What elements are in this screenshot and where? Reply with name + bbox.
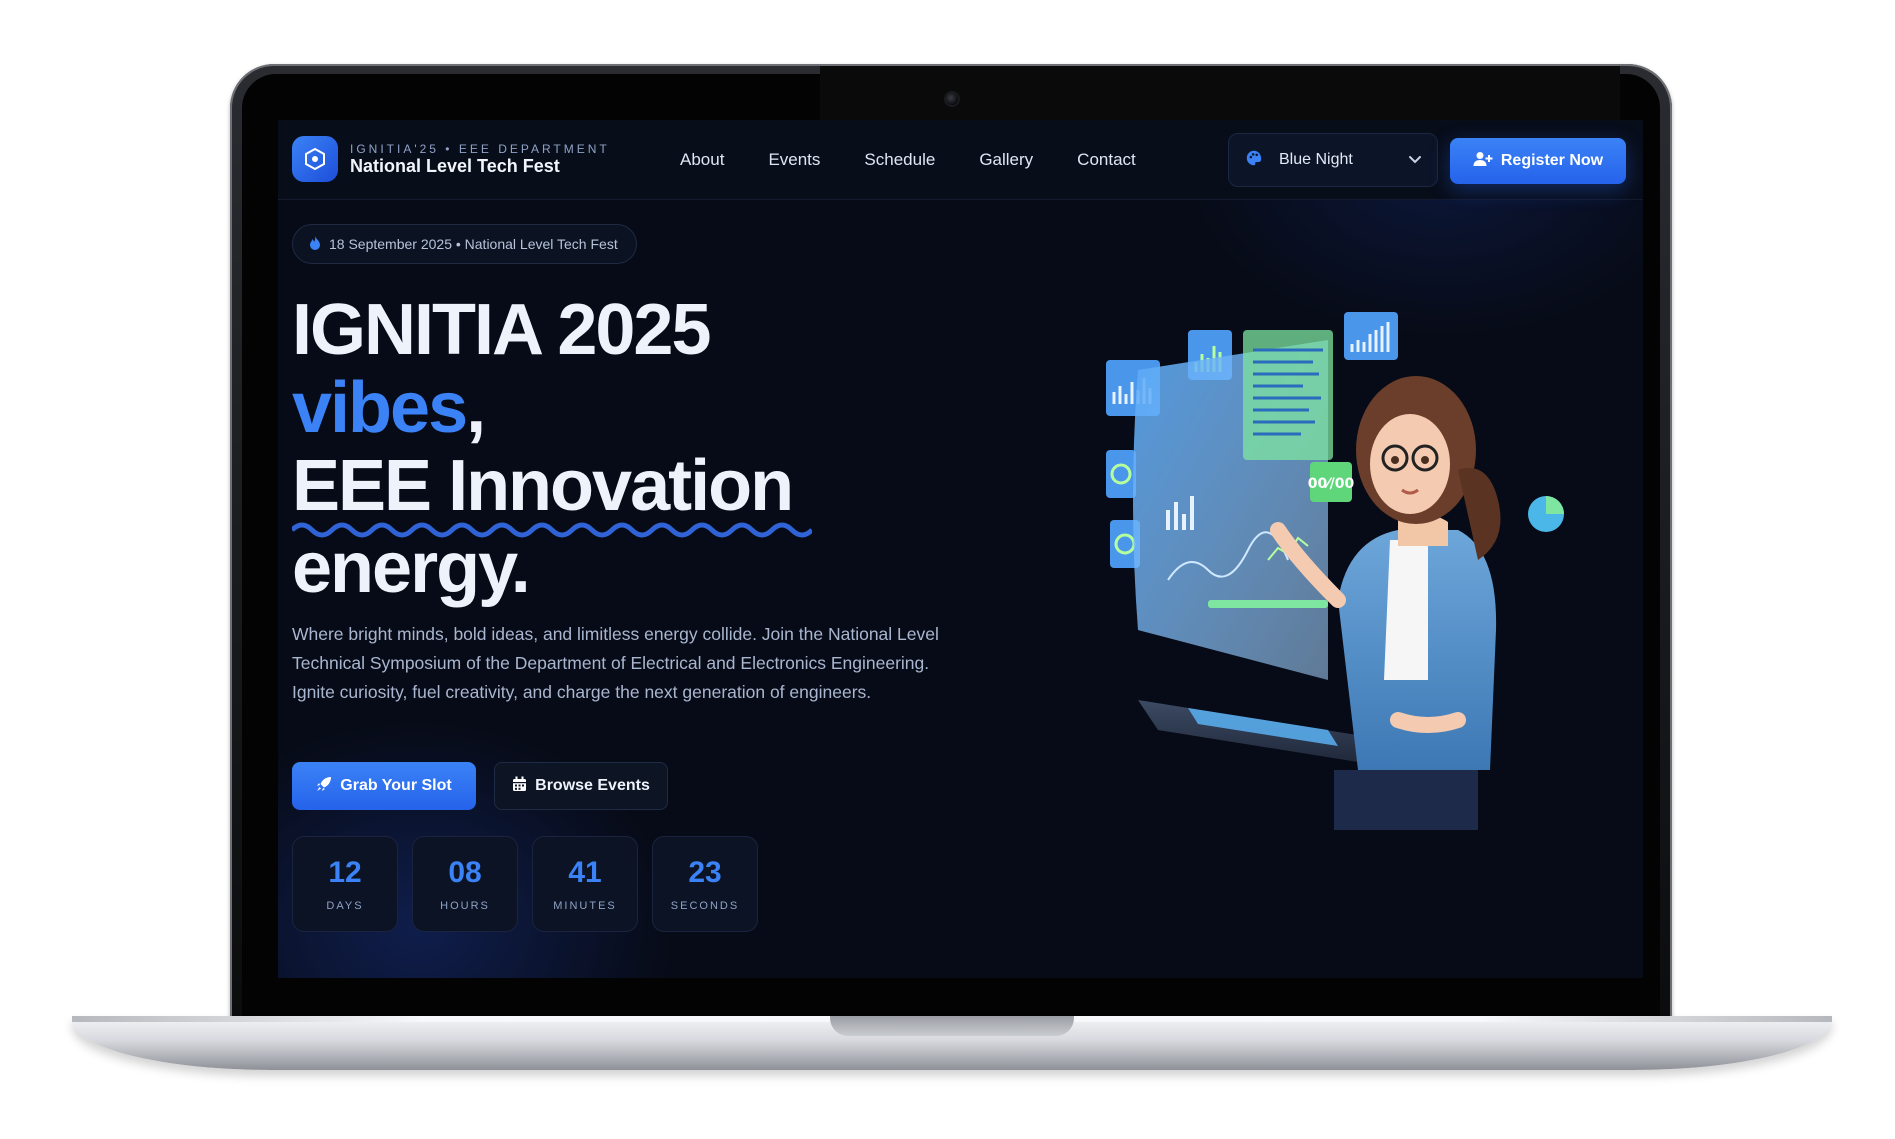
palette-icon (1245, 149, 1263, 172)
countdown-hours-label: HOURS (440, 900, 490, 912)
event-date-text: 18 September 2025 • National Level Tech … (329, 236, 618, 252)
hero-highlight-word: vibes (292, 368, 468, 448)
nav-link-events[interactable]: Events (768, 150, 820, 170)
nav-link-contact[interactable]: Contact (1077, 150, 1136, 170)
nav-link-about[interactable]: About (680, 150, 724, 170)
countdown-days: 12 DAYS (292, 836, 398, 932)
calendar-icon (512, 776, 527, 797)
nav-link-schedule[interactable]: Schedule (864, 150, 935, 170)
grab-your-slot-button[interactable]: Grab Your Slot (292, 762, 476, 810)
countdown-seconds-label: SECONDS (670, 900, 740, 912)
hero-title-line-4: energy. (292, 528, 531, 608)
countdown-hours-value: 08 (448, 856, 482, 889)
countdown-hours: 08 HOURS (412, 836, 518, 932)
nav-links: About Events Schedule Gallery Contact (680, 150, 1180, 170)
percent-badge-text: 00⁄/00 (1308, 476, 1355, 492)
countdown-seconds: 23 SECONDS (652, 836, 758, 932)
countdown-minutes-value: 41 (568, 856, 602, 889)
browse-events-button[interactable]: Browse Events (494, 762, 668, 810)
countdown-minutes-label: MINUTES (553, 900, 617, 912)
fire-icon (309, 235, 321, 253)
camera-icon (946, 93, 958, 105)
user-plus-icon (1473, 151, 1493, 172)
nav-link-gallery[interactable]: Gallery (979, 150, 1033, 170)
camera-notch (820, 66, 1620, 122)
hero-title-line-1: IGNITIA 2025 (292, 290, 711, 370)
hero-title-line-2: vibes, (292, 372, 486, 444)
hero-title-comma: , (466, 368, 486, 448)
chevron-down-icon (1407, 151, 1423, 172)
navbar: IGNITIA'25 • EEE DEPARTMENT National Lev… (278, 120, 1643, 200)
hexagon-logo-icon[interactable] (292, 136, 338, 182)
laptop-hinge-notch (830, 1016, 1074, 1036)
rocket-icon (316, 776, 332, 797)
countdown-minutes: 41 MINUTES (532, 836, 638, 932)
hero-description: Where bright minds, bold ideas, and limi… (292, 624, 939, 702)
brand-eyebrow: IGNITIA'25 • EEE DEPARTMENT (350, 142, 610, 156)
event-date-pill: 18 September 2025 • National Level Tech … (292, 224, 637, 264)
countdown-days-label: DAYS (326, 900, 364, 912)
theme-select[interactable]: Blue Night (1228, 133, 1438, 187)
engineer-dashboard-illustration: 00⁄/00 (1106, 312, 1564, 830)
countdown-seconds-value: 23 (688, 856, 722, 889)
theme-select-value: Blue Night (1279, 151, 1353, 168)
browser-screen: IGNITIA'25 • EEE DEPARTMENT National Lev… (278, 120, 1643, 978)
countdown-days-value: 12 (328, 856, 362, 889)
laptop-mockup: IGNITIA'25 • EEE DEPARTMENT National Lev… (0, 0, 1895, 1139)
hero-title-line-3: EEE Innovation (292, 446, 794, 526)
register-now-button[interactable]: Register Now (1450, 138, 1626, 184)
register-now-label: Register Now (1500, 152, 1604, 169)
browse-events-label: Browse Events (535, 777, 650, 794)
grab-your-slot-label: Grab Your Slot (340, 777, 452, 794)
brand-title[interactable]: National Level Tech Fest (350, 156, 560, 177)
countdown-timer: 12 DAYS 08 HOURS 41 MINUTES 23 SECONDS (292, 836, 758, 932)
